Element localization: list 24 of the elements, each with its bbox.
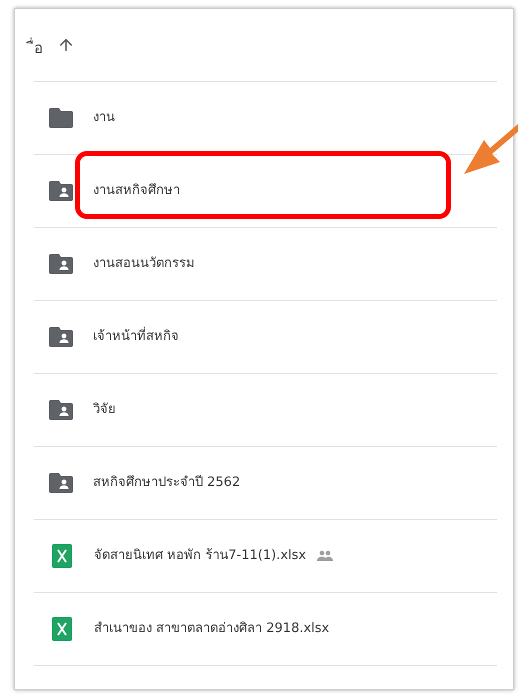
file-row[interactable]: งานสอนนวัตกรรม (34, 228, 497, 301)
file-row[interactable]: จัดสายนิเทศ หอพัก ร้าน7-11(1).xlsx (34, 520, 497, 593)
shared-folder-icon (49, 181, 73, 201)
file-row[interactable]: เจ้าหน้าที่สหกิจ (34, 301, 497, 374)
file-row[interactable]: งานสหกิจศึกษา (34, 155, 497, 228)
file-name: สำเนาของ สาขาตลาดอ่างศิลา 2918.xlsx (94, 620, 330, 638)
shared-folder-icon (49, 400, 73, 420)
folder-icon (49, 108, 73, 128)
file-name: เจ้าหน้าที่สหกิจ (93, 325, 179, 349)
file-name: งาน (93, 109, 115, 128)
file-row[interactable]: สหกิจศึกษาประจำปี 2562 (34, 447, 497, 520)
spreadsheet-icon (50, 544, 74, 568)
file-name: วิจัย (93, 401, 116, 420)
shared-folder-icon (49, 473, 73, 493)
column-header[interactable]: ื่อ (26, 28, 45, 62)
spreadsheet-icon (50, 617, 74, 641)
file-row[interactable]: สำเนาของ สาขาตลาดอ่างศิลา 2918.xlsx (34, 593, 497, 666)
file-name: สหกิจศึกษาประจำปี 2562 (93, 474, 240, 492)
file-name: จัดสายนิเทศ หอพัก ร้าน7-11(1).xlsx (94, 547, 306, 566)
shared-folder-icon (49, 254, 73, 274)
shared-folder-icon (49, 327, 73, 347)
file-name: งานสหกิจศึกษา (93, 182, 180, 200)
file-name: งานสอนนวัตกรรม (93, 255, 195, 274)
file-row[interactable]: วิจัย (34, 374, 497, 447)
